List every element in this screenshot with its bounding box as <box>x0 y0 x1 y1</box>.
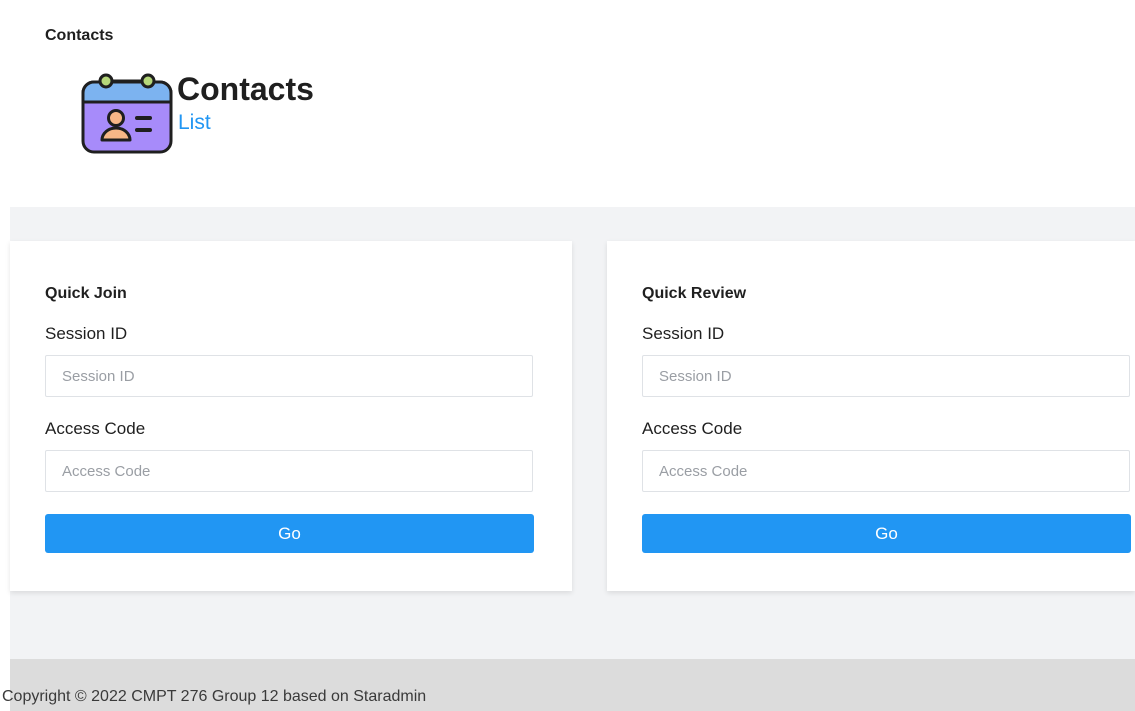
page-header: Contacts Contacts List <box>0 0 1135 207</box>
review-go-button[interactable]: Go <box>642 514 1131 553</box>
access-code-label: Access Code <box>642 419 743 438</box>
quick-review-title: Quick Review <box>642 285 747 302</box>
access-code-label: Access Code <box>45 419 146 438</box>
session-id-label: Session ID <box>642 324 725 343</box>
quick-review-card: Quick Review Session ID Access Code Go <box>607 241 1135 591</box>
quick-join-card: Quick Join Session ID Access Code Go <box>10 241 572 591</box>
session-id-input[interactable] <box>45 355 533 397</box>
session-id-label: Session ID <box>45 324 128 343</box>
quick-join-title: Quick Join <box>45 285 127 302</box>
session-id-input[interactable] <box>642 355 1130 397</box>
page-title: Contacts <box>177 71 314 107</box>
access-code-input[interactable] <box>642 450 1130 492</box>
page-footer: Copyright © 2022 CMPT 276 Group 12 based… <box>2 659 1135 711</box>
copyright-text: Copyright © 2022 CMPT 276 Group 12 based… <box>2 688 427 705</box>
contact-card-icon <box>81 73 173 154</box>
join-go-button[interactable]: Go <box>45 514 534 553</box>
breadcrumb: Contacts <box>45 27 114 44</box>
main-content: Quick Join Session ID Access Code Go Qui… <box>10 207 1135 659</box>
page-subtitle: List <box>178 111 211 134</box>
access-code-input[interactable] <box>45 450 533 492</box>
